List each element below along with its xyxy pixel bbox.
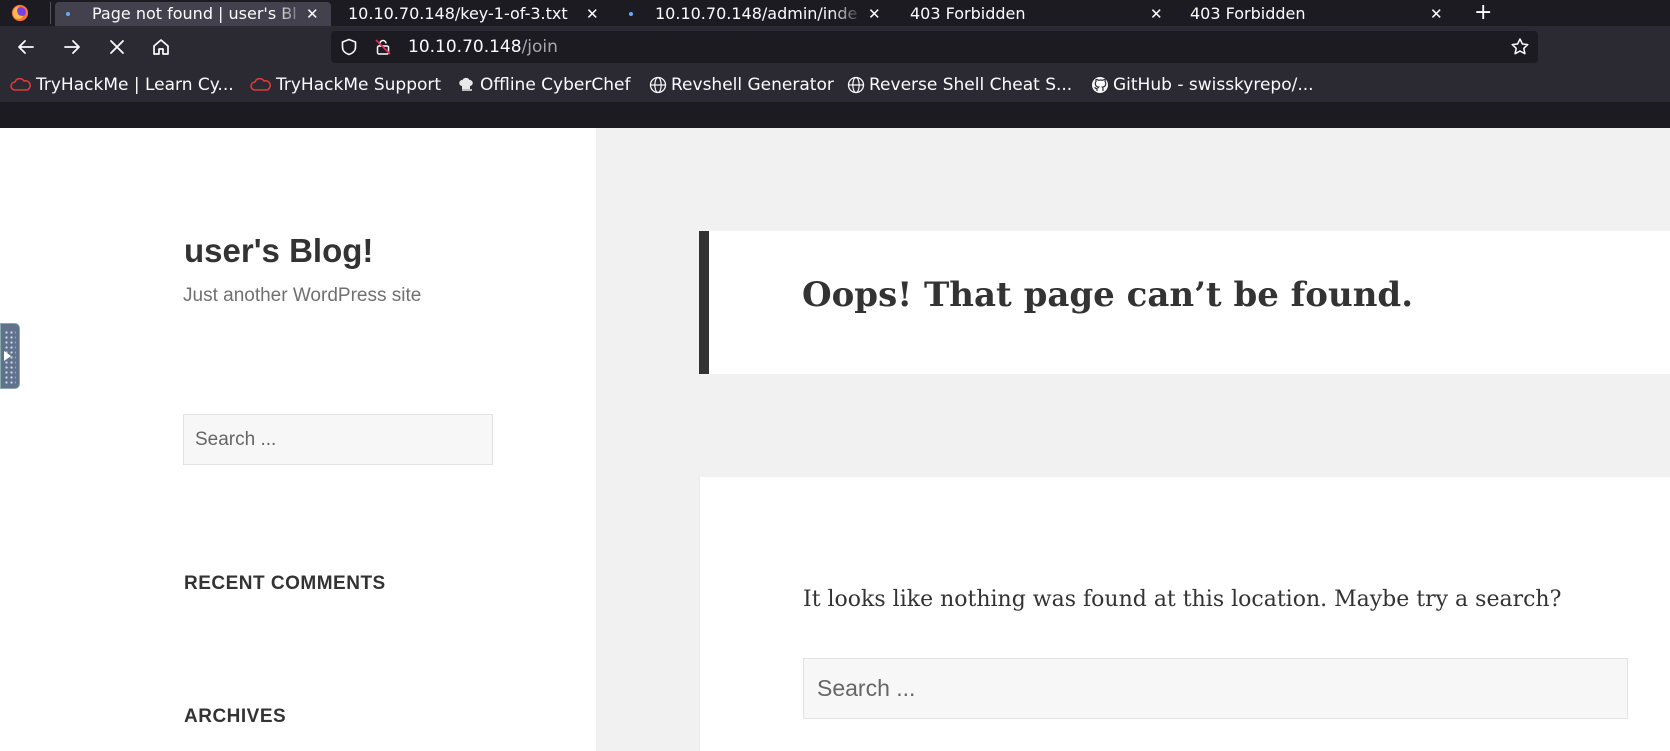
tab-loading-dot-icon — [66, 12, 70, 16]
bookmark-reverse-shell-cheat-sheet[interactable]: Reverse Shell Cheat S... — [847, 68, 1072, 102]
tracking-protection-shield-icon[interactable] — [340, 38, 358, 56]
bookmarks-toolbar: TryHackMe | Learn Cy... TryHackMe Suppor… — [0, 68, 1670, 102]
bookmark-label: Offline CyberChef — [480, 75, 631, 95]
tab-admin-index[interactable]: 10.10.70.148/admin/inde ✕ — [617, 2, 887, 26]
url-bar[interactable]: 10.10.70.148/join — [331, 31, 1538, 63]
close-icon[interactable]: ✕ — [1150, 2, 1163, 26]
back-button[interactable] — [13, 34, 39, 60]
github-icon — [1092, 77, 1108, 93]
tab-strip: Page not found | user's Bl ✕ 10.10.70.14… — [0, 0, 1670, 26]
site-description: Just another WordPress site — [183, 285, 422, 306]
bookmark-label: Reverse Shell Cheat S... — [869, 75, 1073, 95]
page-title: Oops! That page can’t be found. — [802, 275, 1414, 315]
tryhackme-cloud-icon — [250, 77, 271, 91]
stop-button[interactable] — [104, 34, 130, 60]
back-arrow-icon — [18, 40, 34, 54]
tab-title: 10.10.70.148/key-1-of-3.txt — [348, 4, 568, 23]
floating-side-panel-handle[interactable] — [0, 323, 20, 389]
bookmark-offline-cyberchef[interactable]: Offline CyberChef — [458, 68, 630, 102]
globe-icon — [847, 76, 865, 94]
tryhackme-cloud-icon — [10, 77, 31, 91]
close-icon[interactable]: ✕ — [868, 2, 881, 26]
page-viewport: user's Blog! Just another WordPress site… — [0, 128, 1670, 751]
page-content-card: It looks like nothing was found at this … — [699, 477, 1670, 751]
firefox-logo-icon[interactable] — [11, 4, 29, 22]
forward-arrow-icon — [64, 40, 80, 54]
url-path: /join — [521, 37, 558, 57]
close-icon[interactable]: ✕ — [306, 2, 319, 26]
page-header-card: Oops! That page can’t be found. — [699, 231, 1670, 374]
stop-loading-icon — [110, 40, 124, 54]
sidebar: user's Blog! Just another WordPress site… — [0, 128, 596, 751]
forward-button[interactable] — [59, 34, 85, 60]
tab-403-forbidden[interactable]: 403 Forbidden ✕ — [897, 2, 1167, 26]
sidebar-search-input[interactable]: Search ... — [183, 414, 493, 465]
bookmark-label: GitHub - swisskyrepo/... — [1113, 75, 1314, 95]
close-icon[interactable]: ✕ — [1430, 2, 1443, 26]
tab-title: Page not found | user's Bl — [92, 4, 297, 23]
bookmark-label: Revshell Generator — [671, 75, 834, 95]
home-button[interactable] — [148, 34, 174, 60]
tab-title: 403 Forbidden — [910, 4, 1026, 23]
close-icon[interactable]: ✕ — [586, 2, 599, 26]
archives-heading: ARCHIVES — [184, 706, 287, 727]
tab-403-forbidden-2[interactable]: 403 Forbidden ✕ — [1177, 2, 1447, 26]
url-host: 10.10.70.148 — [408, 37, 522, 57]
not-found-message: It looks like nothing was found at this … — [803, 587, 1562, 612]
chef-hat-icon — [459, 77, 473, 91]
bookmark-label: TryHackMe Support — [276, 75, 442, 95]
recent-comments-heading: RECENT COMMENTS — [184, 573, 386, 594]
bookmark-star-icon[interactable] — [1510, 37, 1530, 57]
bookmark-tryhackme[interactable]: TryHackMe | Learn Cy... — [10, 68, 234, 102]
tab-key-1-of-3[interactable]: 10.10.70.148/key-1-of-3.txt ✕ — [336, 2, 606, 26]
tab-page-not-found[interactable]: Page not found | user's Bl ✕ — [55, 2, 331, 26]
new-tab-button[interactable]: + — [1474, 0, 1492, 26]
tab-title: 10.10.70.148/admin/inde — [655, 4, 858, 23]
tab-loading-dot-icon — [629, 12, 633, 16]
content-search-input[interactable]: Search ... — [803, 658, 1628, 719]
insecure-lock-icon[interactable] — [374, 38, 392, 56]
bookmark-tryhackme-support[interactable]: TryHackMe Support — [250, 68, 441, 102]
site-title[interactable]: user's Blog! — [184, 232, 373, 270]
home-icon — [153, 39, 169, 55]
bookmark-revshell-generator[interactable]: Revshell Generator — [649, 68, 834, 102]
bookmark-label: TryHackMe | Learn Cy... — [36, 75, 234, 95]
url-text[interactable]: 10.10.70.148/join — [408, 31, 558, 63]
navigation-toolbar: 10.10.70.148/join — [0, 26, 1670, 68]
tab-separator — [50, 2, 51, 24]
bookmark-github-swisskyrepo[interactable]: GitHub - swisskyrepo/... — [1091, 68, 1314, 102]
tab-title: 403 Forbidden — [1190, 4, 1306, 23]
globe-icon — [649, 76, 667, 94]
play-arrow-icon — [4, 351, 11, 361]
